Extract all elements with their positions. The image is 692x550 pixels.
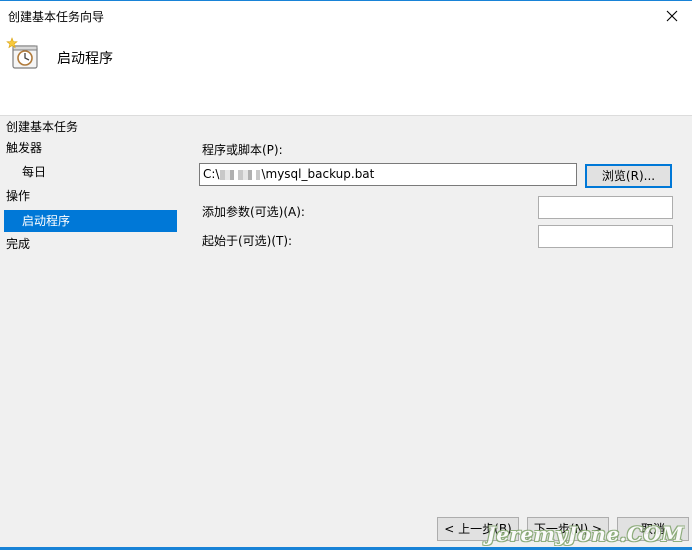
watermark: JeremyJone.COM bbox=[486, 522, 684, 546]
step-action[interactable]: 操作 bbox=[4, 185, 177, 207]
title-bar: 创建基本任务向导 bbox=[0, 0, 692, 31]
args-input[interactable] bbox=[538, 196, 673, 219]
program-input[interactable]: C:\ \mysql_backup.bat bbox=[199, 163, 577, 186]
page-title: 启动程序 bbox=[57, 51, 113, 67]
wizard-header: 启动程序 bbox=[0, 31, 692, 116]
program-value-suffix: \mysql_backup.bat bbox=[261, 167, 375, 181]
task-scheduler-icon bbox=[6, 37, 38, 69]
steps-title: 创建基本任务 bbox=[6, 120, 79, 134]
window-title: 创建基本任务向导 bbox=[8, 10, 105, 24]
browse-button[interactable]: 浏览(R)... bbox=[585, 164, 672, 188]
program-label: 程序或脚本(P): bbox=[202, 143, 283, 157]
start-in-input[interactable] bbox=[538, 225, 673, 248]
step-trigger[interactable]: 触发器 bbox=[4, 137, 177, 159]
close-button[interactable] bbox=[652, 1, 692, 31]
step-daily[interactable]: 每日 bbox=[4, 161, 177, 183]
step-start-program[interactable]: 启动程序 bbox=[4, 210, 177, 232]
start-in-label: 起始于(可选)(T): bbox=[202, 234, 293, 248]
args-label: 添加参数(可选)(A): bbox=[202, 205, 305, 219]
program-value-prefix: C:\ bbox=[203, 167, 220, 181]
step-finish[interactable]: 完成 bbox=[4, 233, 177, 255]
redacted-path bbox=[220, 169, 261, 180]
close-icon bbox=[666, 10, 678, 22]
